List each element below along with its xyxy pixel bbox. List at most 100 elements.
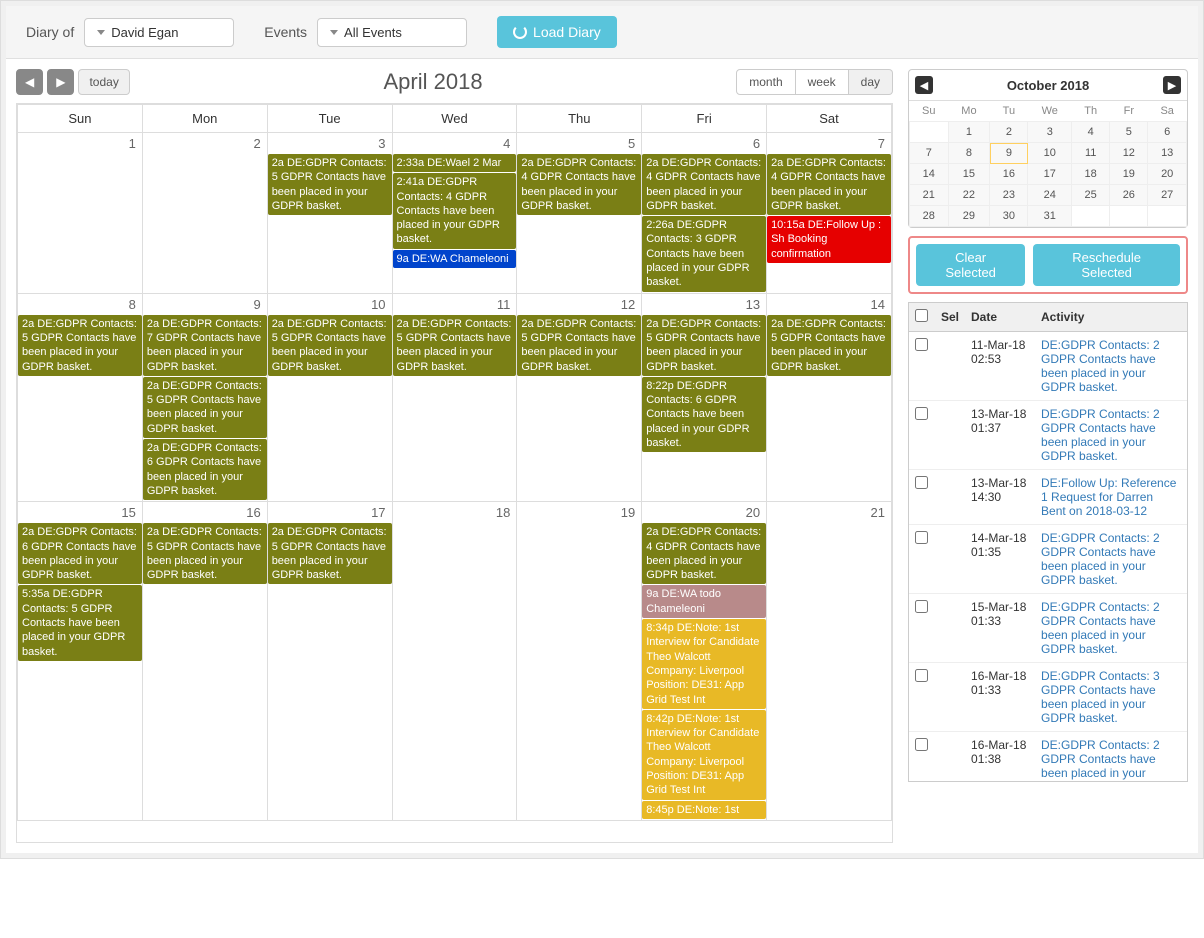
mini-next-button[interactable]: ▶ (1163, 76, 1181, 94)
mini-day-cell[interactable]: 11 (1072, 143, 1110, 164)
calendar-event[interactable]: 8:42p DE:Note: 1st Interview for Candida… (642, 710, 766, 800)
mini-day-cell[interactable]: 4 (1072, 122, 1110, 143)
calendar-cell[interactable]: 142a DE:GDPR Contacts: 5 GDPR Contacts h… (767, 293, 892, 502)
reschedule-selected-button[interactable]: Reschedule Selected (1033, 244, 1180, 286)
calendar-cell[interactable]: 162a DE:GDPR Contacts: 5 GDPR Contacts h… (142, 502, 267, 821)
mini-day-cell[interactable]: 30 (990, 206, 1028, 227)
activity-link[interactable]: DE:GDPR Contacts: 3 GDPR Contacts have b… (1041, 669, 1160, 725)
mini-day-cell[interactable]: 28 (910, 206, 949, 227)
calendar-event[interactable]: 2a DE:GDPR Contacts: 5 GDPR Contacts hav… (642, 315, 766, 376)
mini-day-cell[interactable]: 15 (948, 164, 990, 185)
calendar-cell[interactable]: 152a DE:GDPR Contacts: 6 GDPR Contacts h… (18, 502, 143, 821)
calendar-event[interactable]: 2a DE:GDPR Contacts: 6 GDPR Contacts hav… (18, 523, 142, 584)
calendar-event[interactable]: 2a DE:GDPR Contacts: 4 GDPR Contacts hav… (642, 523, 766, 584)
calendar-event[interactable]: 8:45p DE:Note: 1st (642, 801, 766, 819)
mini-day-cell[interactable]: 19 (1110, 164, 1148, 185)
calendar-event[interactable]: 2a DE:GDPR Contacts: 7 GDPR Contacts hav… (143, 315, 267, 376)
calendar-cell[interactable]: 2 (142, 133, 267, 294)
calendar-cell[interactable]: 18 (392, 502, 517, 821)
calendar-event[interactable]: 2a DE:GDPR Contacts: 5 GDPR Contacts hav… (143, 377, 267, 438)
today-button[interactable]: today (78, 69, 129, 95)
mini-day-cell[interactable]: 22 (948, 185, 990, 206)
mini-day-cell[interactable]: 9 (990, 143, 1028, 164)
calendar-event[interactable]: 2a DE:GDPR Contacts: 5 GDPR Contacts hav… (268, 154, 392, 215)
calendar-event[interactable]: 2a DE:GDPR Contacts: 5 GDPR Contacts hav… (268, 523, 392, 584)
cal-prev-button[interactable]: ◀ (16, 69, 43, 95)
mini-day-cell[interactable]: 31 (1028, 206, 1072, 227)
calendar-event[interactable]: 9a DE:WA Chameleoni (393, 250, 517, 268)
activity-link[interactable]: DE:GDPR Contacts: 2 GDPR Contacts have b… (1041, 531, 1160, 587)
calendar-event[interactable]: 2a DE:GDPR Contacts: 5 GDPR Contacts hav… (393, 315, 517, 376)
row-checkbox[interactable] (915, 669, 928, 682)
mini-day-cell[interactable]: 2 (990, 122, 1028, 143)
diary-user-select[interactable]: David Egan (84, 18, 234, 47)
mini-day-cell[interactable]: 12 (1110, 143, 1148, 164)
mini-day-cell[interactable]: 23 (990, 185, 1028, 206)
col-date[interactable]: Date (965, 303, 1035, 332)
calendar-cell[interactable]: 82a DE:GDPR Contacts: 5 GDPR Contacts ha… (18, 293, 143, 502)
calendar-cell[interactable]: 21 (767, 502, 892, 821)
row-checkbox[interactable] (915, 476, 928, 489)
calendar-event[interactable]: 2a DE:GDPR Contacts: 5 GDPR Contacts hav… (767, 315, 891, 376)
calendar-cell[interactable]: 102a DE:GDPR Contacts: 5 GDPR Contacts h… (267, 293, 392, 502)
row-checkbox[interactable] (915, 738, 928, 751)
mini-day-cell[interactable]: 7 (910, 143, 949, 164)
mini-day-cell[interactable]: 24 (1028, 185, 1072, 206)
activity-link[interactable]: DE:GDPR Contacts: 2 GDPR Contacts have b… (1041, 738, 1160, 780)
calendar-event[interactable]: 2:41a DE:GDPR Contacts: 4 GDPR Contacts … (393, 173, 517, 248)
calendar-event[interactable]: 2a DE:GDPR Contacts: 5 GDPR Contacts hav… (18, 315, 142, 376)
view-month-button[interactable]: month (736, 69, 795, 95)
calendar-cell[interactable]: 132a DE:GDPR Contacts: 5 GDPR Contacts h… (642, 293, 767, 502)
calendar-event[interactable]: 2:33a DE:Wael 2 Mar (393, 154, 517, 172)
calendar-cell[interactable]: 52a DE:GDPR Contacts: 4 GDPR Contacts ha… (517, 133, 642, 294)
mini-prev-button[interactable]: ◀ (915, 76, 933, 94)
mini-day-cell[interactable]: 29 (948, 206, 990, 227)
calendar-event[interactable]: 5:35a DE:GDPR Contacts: 5 GDPR Contacts … (18, 585, 142, 660)
calendar-event[interactable]: 8:22p DE:GDPR Contacts: 6 GDPR Contacts … (642, 377, 766, 452)
mini-day-cell[interactable]: 20 (1148, 164, 1187, 185)
mini-day-cell[interactable]: 6 (1148, 122, 1187, 143)
mini-day-cell[interactable]: 10 (1028, 143, 1072, 164)
clear-selected-button[interactable]: Clear Selected (916, 244, 1025, 286)
calendar-cell[interactable]: 42:33a DE:Wael 2 Mar2:41a DE:GDPR Contac… (392, 133, 517, 294)
calendar-event[interactable]: 2:26a DE:GDPR Contacts: 3 GDPR Contacts … (642, 216, 766, 291)
activity-link[interactable]: DE:GDPR Contacts: 2 GDPR Contacts have b… (1041, 407, 1160, 463)
mini-day-cell[interactable]: 16 (990, 164, 1028, 185)
row-checkbox[interactable] (915, 407, 928, 420)
mini-day-cell[interactable]: 25 (1072, 185, 1110, 206)
calendar-event[interactable]: 2a DE:GDPR Contacts: 4 GDPR Contacts hav… (517, 154, 641, 215)
activity-link[interactable]: DE:GDPR Contacts: 2 GDPR Contacts have b… (1041, 600, 1160, 656)
mini-day-cell[interactable]: 21 (910, 185, 949, 206)
mini-day-cell[interactable]: 14 (910, 164, 949, 185)
mini-day-cell[interactable]: 26 (1110, 185, 1148, 206)
mini-day-cell[interactable]: 18 (1072, 164, 1110, 185)
calendar-event[interactable]: 2a DE:GDPR Contacts: 5 GDPR Contacts hav… (268, 315, 392, 376)
calendar-cell[interactable]: 122a DE:GDPR Contacts: 5 GDPR Contacts h… (517, 293, 642, 502)
calendar-event[interactable]: 2a DE:GDPR Contacts: 4 GDPR Contacts hav… (767, 154, 891, 215)
calendar-cell[interactable]: 19 (517, 502, 642, 821)
view-day-button[interactable]: day (849, 69, 893, 95)
view-week-button[interactable]: week (796, 69, 849, 95)
mini-day-cell[interactable]: 3 (1028, 122, 1072, 143)
mini-day-cell[interactable]: 5 (1110, 122, 1148, 143)
calendar-event[interactable]: 10:15a DE:Follow Up : Sh Booking confirm… (767, 216, 891, 263)
calendar-event[interactable]: 9a DE:WA todo Chameleoni (642, 585, 766, 618)
calendar-event[interactable]: 2a DE:GDPR Contacts: 5 GDPR Contacts hav… (517, 315, 641, 376)
mini-day-cell[interactable]: 8 (948, 143, 990, 164)
col-activity[interactable]: Activity (1035, 303, 1187, 332)
calendar-cell[interactable]: 202a DE:GDPR Contacts: 4 GDPR Contacts h… (642, 502, 767, 821)
calendar-cell[interactable]: 1 (18, 133, 143, 294)
row-checkbox[interactable] (915, 600, 928, 613)
activity-link[interactable]: DE:GDPR Contacts: 2 GDPR Contacts have b… (1041, 338, 1160, 394)
calendar-event[interactable]: 2a DE:GDPR Contacts: 6 GDPR Contacts hav… (143, 439, 267, 500)
calendar-cell[interactable]: 92a DE:GDPR Contacts: 7 GDPR Contacts ha… (142, 293, 267, 502)
events-filter-select[interactable]: All Events (317, 18, 467, 47)
calendar-cell[interactable]: 32a DE:GDPR Contacts: 5 GDPR Contacts ha… (267, 133, 392, 294)
row-checkbox[interactable] (915, 338, 928, 351)
calendar-cell[interactable]: 62a DE:GDPR Contacts: 4 GDPR Contacts ha… (642, 133, 767, 294)
calendar-cell[interactable]: 112a DE:GDPR Contacts: 5 GDPR Contacts h… (392, 293, 517, 502)
calendar-event[interactable]: 2a DE:GDPR Contacts: 5 GDPR Contacts hav… (143, 523, 267, 584)
mini-day-cell[interactable]: 17 (1028, 164, 1072, 185)
load-diary-button[interactable]: Load Diary (497, 16, 617, 48)
row-checkbox[interactable] (915, 531, 928, 544)
